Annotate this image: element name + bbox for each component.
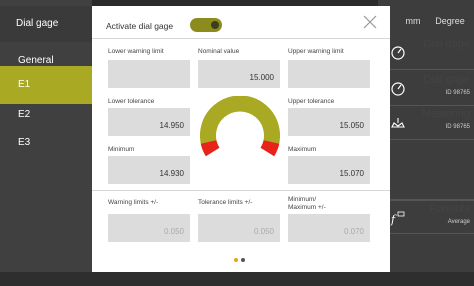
minimum-field[interactable]: 14.930 [108,156,190,184]
divider [92,38,390,39]
right-row-sub: ID 98765 [445,124,470,130]
maximum-label: Maximum [288,146,317,153]
toggle-knob [211,21,219,29]
activate-label: Activate dial gage [106,21,174,31]
warning-limits-label: Warning limits +/- [108,199,159,206]
activate-toggle[interactable] [190,18,222,32]
right-row-label: Mastering [421,108,470,120]
lower-warning-limit-label: Lower warning limit [108,48,164,55]
right-row-sub: Average [447,219,470,225]
upper-tolerance-field[interactable]: 15.050 [288,108,370,136]
tolerance-gauge-graphic [200,96,280,157]
right-row-label: Dial gage [423,38,470,50]
tolerance-limits-label: Tolerance limits +/- [198,199,253,206]
nominal-value-field[interactable]: 15.000 [198,60,280,88]
lower-tolerance-label: Lower tolerance [108,98,155,105]
min-max-label-line1: Minimum/ [288,196,317,203]
right-row-label: Dial gage [423,74,470,86]
close-icon[interactable] [362,14,378,30]
left-item-e3[interactable]: E3 [0,124,92,162]
page-indicator [234,249,248,267]
right-row-formula[interactable]: f Formula Average [378,200,474,234]
min-max-field[interactable]: 0.070 [288,214,370,242]
tolerance-limits-field[interactable]: 0.050 [198,214,280,242]
right-row-dial-gage[interactable]: Dial gage [378,36,474,70]
upper-warning-limit-field[interactable] [288,60,370,88]
maximum-field[interactable]: 15.070 [288,156,370,184]
right-row-sub: ID 98765 [445,90,470,96]
mastering-icon [391,118,405,128]
unit-label[interactable]: mm [398,6,428,36]
warning-limits-field[interactable]: 0.050 [108,214,190,242]
right-panel: mm Degree Dial gage Dial gage ID 98765 M… [378,0,474,286]
nominal-value-label: Nominal value [198,48,240,55]
dial-gage-dialog: Activate dial gage Lower warning limit N… [92,6,390,272]
upper-tolerance-label: Upper tolerance [288,98,335,105]
min-max-label-line2: Maximum +/- [288,204,326,211]
dial-gage-icon [391,82,405,96]
right-row-dial-gage-id[interactable]: Dial gage ID 98765 [378,72,474,106]
right-row-label: Formula [429,203,470,215]
minimum-label: Minimum [108,146,135,153]
right-row-empty [378,140,474,200]
bottom-bar [0,272,474,286]
formula-icon: f [390,211,405,226]
lower-warning-limit-field[interactable] [108,60,190,88]
angle-unit-label[interactable]: Degree [428,6,472,36]
lower-tolerance-field[interactable]: 14.950 [108,108,190,136]
left-panel: Dial gage General E1 E2 E3 [0,0,92,286]
upper-warning-limit-label: Upper warning limit [288,48,344,55]
divider [92,190,390,191]
page-dot[interactable] [241,258,245,262]
page-dot-active[interactable] [234,258,238,262]
svg-text:f: f [390,213,397,226]
right-row-mastering[interactable]: Mastering ID 98765 [378,106,474,140]
left-panel-title: Dial gage [0,6,92,42]
dial-gage-icon [391,46,405,60]
